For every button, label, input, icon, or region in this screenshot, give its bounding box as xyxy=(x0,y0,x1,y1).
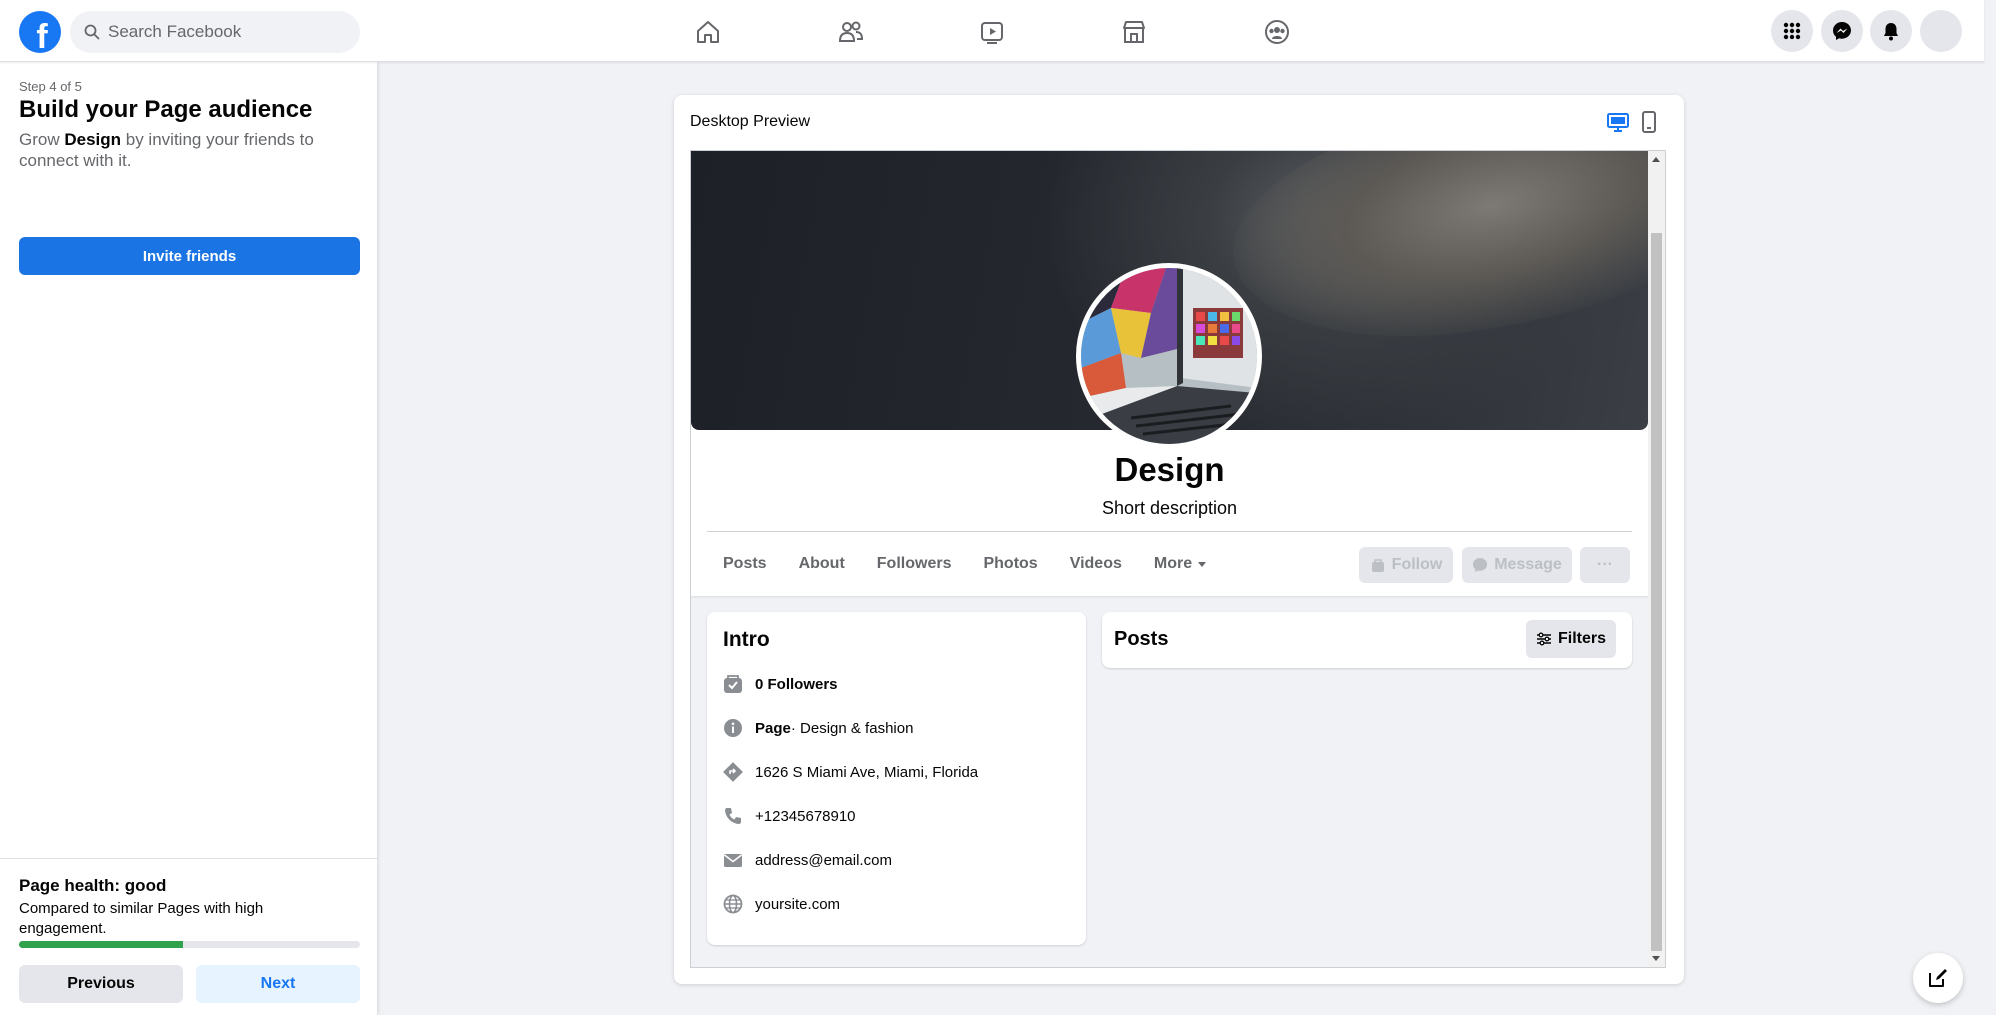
page-health-progress-fill xyxy=(19,941,183,948)
groups-icon[interactable] xyxy=(1257,12,1297,52)
intro-email: address@email.com xyxy=(755,851,892,869)
tab-about[interactable]: About xyxy=(783,532,861,596)
desktop-preview-card: Desktop Preview Design Short description… xyxy=(674,95,1684,984)
profile-picture xyxy=(1076,263,1262,449)
filters-icon xyxy=(1536,632,1551,646)
account-avatar[interactable] xyxy=(1920,10,1962,52)
search-input[interactable] xyxy=(108,22,338,42)
intro-address-row: 1626 S Miami Ave, Miami, Florida xyxy=(723,760,978,784)
tab-videos[interactable]: Videos xyxy=(1054,532,1138,596)
page-preview-frame: Design Short description Posts About Fol… xyxy=(690,150,1666,968)
compose-icon xyxy=(1929,969,1947,987)
search-box[interactable] xyxy=(70,11,360,53)
page-health-progress xyxy=(19,941,360,948)
setup-sidebar: Step 4 of 5 Build your Page audience Gro… xyxy=(0,62,377,1015)
notifications-icon[interactable] xyxy=(1870,10,1912,52)
marketplace-icon[interactable] xyxy=(1114,12,1154,52)
follow-label: Follow xyxy=(1391,556,1443,573)
follow-icon xyxy=(1371,559,1384,572)
intro-website-row: yoursite.com xyxy=(723,892,840,916)
page-health-panel: Page health: good Compared to similar Pa… xyxy=(0,858,377,1015)
directions-icon xyxy=(723,762,743,782)
email-icon xyxy=(723,850,743,870)
intro-website: yoursite.com xyxy=(755,895,841,913)
page-health-title: Page health: good xyxy=(19,876,167,895)
intro-page-label: Page xyxy=(755,719,791,737)
phone-icon xyxy=(723,806,743,826)
posts-card: Posts Filters xyxy=(1102,612,1632,668)
messenger-icon[interactable] xyxy=(1821,10,1863,52)
tab-followers[interactable]: Followers xyxy=(861,532,968,596)
message-label: Message xyxy=(1494,556,1562,573)
cover-hand-shape xyxy=(1213,151,1648,379)
step-indicator: Step 4 of 5 xyxy=(19,79,82,94)
page-header: Design Short description Posts About Fol… xyxy=(691,151,1648,596)
preview-scroll-thumb[interactable] xyxy=(1651,233,1662,951)
mobile-view-icon[interactable] xyxy=(1640,110,1658,134)
followers-check-icon xyxy=(723,674,743,694)
top-navigation-bar: f xyxy=(0,0,1984,62)
next-button[interactable]: Next xyxy=(196,965,360,1003)
intro-category-row: Page · Design & fashion xyxy=(723,716,913,740)
intro-phone-row: +12345678910 xyxy=(723,804,856,828)
globe-icon xyxy=(723,894,743,914)
info-icon xyxy=(723,718,743,738)
page-health-description: Compared to similar Pages with high enga… xyxy=(19,900,264,937)
page-name: Design xyxy=(1114,451,1225,488)
invite-friends-button[interactable]: Invite friends xyxy=(19,237,360,275)
intro-card: Intro 0 Followers Page · Design & fashio… xyxy=(707,612,1086,945)
menu-grid-icon[interactable] xyxy=(1771,10,1813,52)
grow-prefix: Grow xyxy=(19,130,65,149)
sidebar-description: Grow Design by inviting your friends to … xyxy=(19,129,339,171)
tab-posts[interactable]: Posts xyxy=(707,532,783,596)
posts-title: Posts xyxy=(1114,628,1169,650)
new-message-button[interactable] xyxy=(1913,953,1963,1003)
messenger-small-icon xyxy=(1473,558,1488,572)
desktop-view-icon[interactable] xyxy=(1606,111,1630,133)
search-icon xyxy=(84,24,100,40)
intro-followers: 0 Followers xyxy=(755,675,838,693)
filters-button[interactable]: Filters xyxy=(1526,620,1616,658)
home-icon[interactable] xyxy=(688,12,728,52)
preview-scrollbar[interactable] xyxy=(1648,151,1665,967)
scroll-up-arrow-icon[interactable] xyxy=(1652,157,1660,162)
friends-icon[interactable] xyxy=(831,12,871,52)
scroll-down-arrow-icon[interactable] xyxy=(1652,956,1660,961)
intro-address: 1626 S Miami Ave, Miami, Florida xyxy=(755,763,979,781)
intro-email-row: address@email.com xyxy=(723,848,892,872)
tab-more[interactable]: More xyxy=(1138,532,1222,596)
previous-button[interactable]: Previous xyxy=(19,965,183,1003)
preview-title: Desktop Preview xyxy=(690,113,811,130)
sidebar-title: Build your Page audience xyxy=(19,96,313,123)
filters-label: Filters xyxy=(1557,630,1606,647)
facebook-logo[interactable]: f xyxy=(19,11,61,53)
grow-page-name: Design xyxy=(64,130,122,149)
more-actions-button[interactable]: ··· xyxy=(1580,547,1630,583)
intro-followers-row: 0 Followers xyxy=(723,672,838,696)
caret-down-icon xyxy=(1198,561,1207,567)
logo-letter: f xyxy=(36,18,48,53)
profile-picture-art xyxy=(1081,268,1257,444)
follow-button[interactable]: Follow xyxy=(1359,547,1453,583)
message-button[interactable]: Message xyxy=(1462,547,1572,583)
intro-category: · Design & fashion xyxy=(790,719,914,737)
watch-icon[interactable] xyxy=(972,12,1012,52)
tab-photos[interactable]: Photos xyxy=(967,532,1053,596)
tab-more-label: More xyxy=(1153,555,1193,572)
page-short-description: Short description xyxy=(1101,498,1238,518)
intro-title: Intro xyxy=(723,628,770,651)
window-scrollbar[interactable] xyxy=(1984,0,1996,1015)
intro-phone: +12345678910 xyxy=(755,807,856,825)
